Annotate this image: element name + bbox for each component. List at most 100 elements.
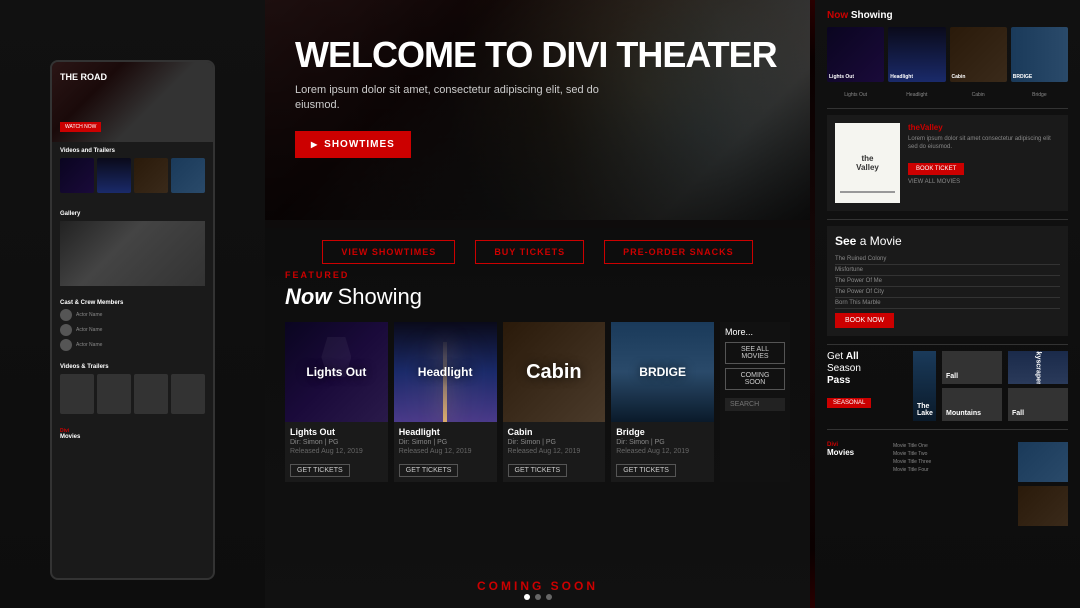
- mobile-thumb-1: [60, 158, 94, 193]
- movie-release-cabin: Released Aug 12, 2019: [508, 448, 601, 455]
- mobile-now-card-3: [134, 374, 168, 414]
- right-movie-title2-3: Cabin: [950, 90, 1007, 100]
- movie-info-headlight: Headlight Dir: Simon | PG Released Aug 1…: [394, 422, 497, 482]
- movie-meta-cabin: Dir: Simon | PG: [508, 439, 601, 446]
- right-thumb-label-cabin: Cabin: [952, 74, 966, 80]
- dot-1[interactable]: [524, 594, 530, 600]
- right-thumb-cabin: Cabin: [950, 27, 1007, 82]
- divi-movie-item-3: Movie Title Three: [893, 458, 1012, 466]
- pre-order-snacks-button[interactable]: PRE-ORDER SNACKS: [604, 240, 753, 264]
- see-movie-item-5: Born This Marble: [835, 298, 1060, 309]
- get-tickets-cabin[interactable]: GET TICKETS: [508, 464, 568, 477]
- valley-cta-button[interactable]: BOOK TICKET: [908, 163, 964, 175]
- center-panel: WELCOME TO DIVI THEATER Lorem ipsum dolo…: [265, 0, 810, 608]
- mobile-thumb-3: [134, 158, 168, 193]
- see-text: a Movie: [860, 234, 902, 248]
- season-thumb-mountains: Mountains: [942, 388, 1002, 421]
- see-all-movies-button[interactable]: SEE ALL MOVIES: [725, 342, 785, 364]
- mobile-cast-name-1: Actor Name: [76, 312, 102, 318]
- right-bottom-thumb-1: [1018, 442, 1068, 482]
- mobile-now-card-1: [60, 374, 94, 414]
- more-label: More...: [725, 327, 785, 337]
- mobile-cast-row-1: Actor Name: [60, 309, 205, 321]
- movie-card-lights-out: Lights Out Lights Out Dir: Simon | PG Re…: [285, 322, 388, 482]
- all-bold: All: [846, 351, 859, 362]
- mobile-hero-cta[interactable]: WATCH NOW: [60, 122, 101, 132]
- divi-movie-item-1: Movie Title One: [893, 442, 1012, 450]
- mobile-gallery-image: [60, 221, 205, 286]
- valley-book-text: theValley: [856, 154, 879, 172]
- season-thumb-text-fall: Fall: [946, 373, 958, 380]
- valley-title: theValley: [908, 123, 1060, 132]
- mobile-cast-row-2: Actor Name: [60, 324, 205, 336]
- now-showing-bold: Now: [285, 284, 331, 309]
- movie-meta-headlight: Dir: Simon | PG: [399, 439, 492, 446]
- mobile-preview: THE ROAD WATCH NOW Videos and Trailers G…: [50, 60, 215, 580]
- mobile-cast-avatar-2: [60, 324, 72, 336]
- divi-movie-item-2: Movie Title Two: [893, 450, 1012, 458]
- right-thumb-lights-out: Lights Out: [827, 27, 884, 82]
- poster-text-bridge: BRDIGE: [611, 322, 714, 422]
- divi-movies-title: Movies: [827, 448, 887, 457]
- season-pass-badge: SEASONAL: [827, 398, 871, 408]
- season-pass-section: Get All Season Pass SEASONAL The Lake Fa…: [827, 351, 1068, 421]
- search-input[interactable]: [725, 398, 785, 411]
- right-thumb-label-head: Headlight: [890, 74, 913, 80]
- right-now-label: Now: [827, 10, 848, 21]
- season-thumb-text-mountains: Mountains: [946, 410, 981, 417]
- divi-movie-item-4: Movie Title Four: [893, 466, 1012, 474]
- movie-info-cabin: Cabin Dir: Simon | PG Released Aug 12, 2…: [503, 422, 606, 482]
- right-movie-title2-2: Headlight: [888, 90, 945, 100]
- movie-title-cabin: Cabin: [508, 427, 601, 437]
- movie-card-headlight: Headlight Headlight Dir: Simon | PG Rele…: [394, 322, 497, 482]
- movie-title-headlight: Headlight: [399, 427, 492, 437]
- featured-label: FEATURED: [285, 270, 790, 280]
- poster-lights-out: Lights Out: [285, 322, 388, 422]
- get-text: Get: [827, 351, 846, 362]
- divider-3: [827, 344, 1068, 345]
- mobile-thumbnail-row: [60, 158, 205, 193]
- buy-tickets-button[interactable]: BUY TICKETS: [475, 240, 584, 264]
- mobile-thumb-2: [97, 158, 131, 193]
- showtimes-button[interactable]: SHOWTIMES: [295, 131, 411, 158]
- dot-2[interactable]: [535, 594, 541, 600]
- small-thumbs-col-2: Skyscrapers Fall: [1008, 351, 1068, 421]
- see-movie-item-2: Misfortune: [835, 265, 1060, 276]
- right-thumb-label-lights: Lights Out: [829, 74, 854, 80]
- slider-dots: [524, 594, 552, 600]
- get-tickets-lights-out[interactable]: GET TICKETS: [290, 464, 350, 477]
- poster-headlight: Headlight: [394, 322, 497, 422]
- right-thumb-bridge: BRDIGE: [1011, 27, 1068, 82]
- mobile-cast-row-3: Actor Name: [60, 339, 205, 351]
- mobile-cast-avatar-1: [60, 309, 72, 321]
- coming-soon-button[interactable]: COMING SOON: [725, 368, 785, 390]
- movie-release-lights-out: Released Aug 12, 2019: [290, 448, 383, 455]
- get-tickets-bridge[interactable]: GET TICKETS: [616, 464, 676, 477]
- action-row: VIEW SHOWTIMES BUY TICKETS PRE-ORDER SNA…: [265, 228, 810, 276]
- right-movie-title2-1: Lights Out: [827, 90, 884, 100]
- divi-movies-list: Movie Title One Movie Title Two Movie Ti…: [893, 442, 1012, 526]
- season-pass-title: Get All Season Pass: [827, 351, 907, 387]
- see-movie-cta[interactable]: BOOK NOW: [835, 313, 894, 328]
- valley-info: theValley Lorem ipsum dolor sit amet con…: [908, 123, 1060, 203]
- skyscrapers-text: Skyscrapers: [1035, 351, 1042, 384]
- mobile-divi-section: Divi Movies: [52, 424, 213, 444]
- view-showtimes-button[interactable]: VIEW SHOWTIMES: [322, 240, 455, 264]
- movie-title-bridge: Bridge: [616, 427, 709, 437]
- see-movie-title: See a Movie: [835, 234, 1060, 248]
- pass-bold: Pass: [827, 375, 850, 386]
- small-thumbs-col: Fall Mountains: [942, 351, 1002, 421]
- movie-info-lights-out: Lights Out Dir: Simon | PG Released Aug …: [285, 422, 388, 482]
- mobile-now-row: [60, 374, 205, 414]
- hero-title: WELCOME TO DIVI THEATER: [295, 35, 777, 75]
- see-bold: See: [835, 234, 856, 248]
- right-movie-title2-4: Bridge: [1011, 90, 1068, 100]
- valley-book: theValley: [835, 123, 900, 203]
- get-tickets-headlight[interactable]: GET TICKETS: [399, 464, 459, 477]
- dot-3[interactable]: [546, 594, 552, 600]
- see-movie-section: See a Movie The Ruined Colony Misfortune…: [827, 226, 1068, 336]
- mobile-cast-name-3: Actor Name: [76, 342, 102, 348]
- see-movie-item-3: The Power Of Me: [835, 276, 1060, 287]
- valley-view-all[interactable]: VIEW ALL MOVIES: [908, 179, 1060, 185]
- see-movie-item-1: The Ruined Colony: [835, 254, 1060, 265]
